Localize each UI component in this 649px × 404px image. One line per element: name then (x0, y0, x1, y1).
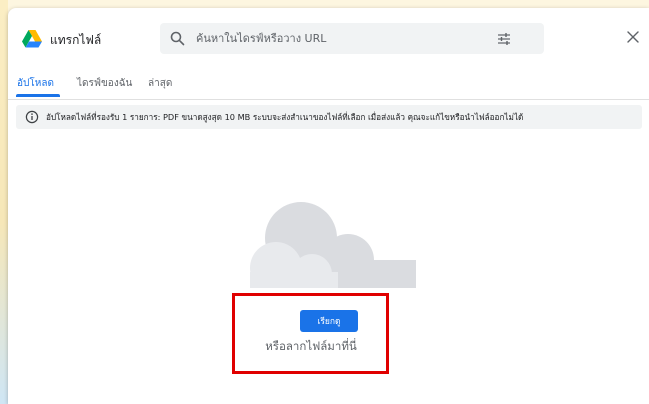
info-banner: อัปโหลดไฟล์ที่รองรับ 1 รายการ: PDF ขนาดส… (16, 105, 642, 129)
active-tab-indicator (16, 94, 60, 97)
search-input[interactable] (196, 23, 496, 54)
info-icon (25, 110, 39, 124)
dialog-header: แทรกไฟล์ (8, 8, 649, 66)
cloud-illustration (250, 202, 416, 288)
search-icon (170, 31, 185, 46)
drag-drop-hint: หรือลากไฟล์มาที่นี่ (265, 339, 357, 353)
insert-file-dialog: แทรกไฟล์ อัปโหลด ไดรฟ์ของฉัน ล่าสุด (8, 8, 649, 404)
page-background (0, 0, 8, 404)
info-text: อัปโหลดไฟล์ที่รองรับ 1 รายการ: PDF ขนาดส… (46, 112, 524, 122)
dialog-title: แทรกไฟล์ (50, 33, 102, 47)
tab-upload[interactable]: อัปโหลด (17, 76, 54, 91)
tab-bar: อัปโหลด ไดรฟ์ของฉัน ล่าสุด (8, 68, 649, 100)
tab-my-drive[interactable]: ไดรฟ์ของฉัน (77, 76, 132, 91)
annotation-highlight-box (232, 293, 389, 374)
google-drive-logo (22, 30, 42, 48)
close-icon[interactable] (627, 31, 639, 43)
tab-recent[interactable]: ล่าสุด (148, 76, 172, 91)
filter-icon[interactable] (497, 32, 511, 46)
browse-button[interactable]: เรียกดู (300, 310, 358, 332)
search-bar[interactable] (160, 23, 544, 54)
tabs-divider (8, 99, 649, 100)
